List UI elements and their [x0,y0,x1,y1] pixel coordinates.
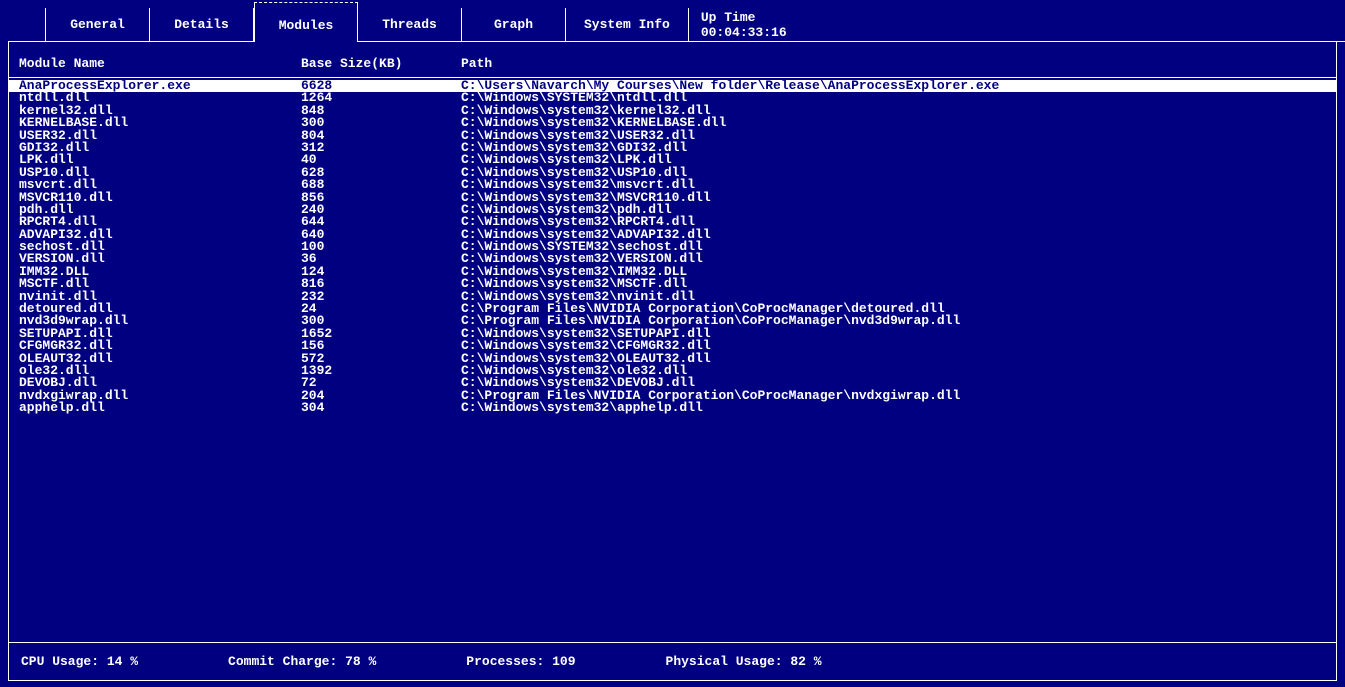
cell-base-size: 644 [301,216,461,228]
tab-filler [799,8,1337,42]
tab-label: Modules [279,18,334,33]
tab-general[interactable]: General [46,8,150,42]
cell-path: C:\Windows\system32\apphelp.dll [461,402,1326,414]
cell-base-size: 304 [301,402,461,414]
cell-base-size: 124 [301,266,461,278]
status-physical: Physical Usage: 82 % [666,654,822,669]
column-headers: Module Name Base Size(KB) Path [9,42,1336,78]
module-list: AnaProcessExplorer.exe6628C:\Users\Navar… [9,78,1336,415]
tab-label: General [70,17,125,32]
tab-label: Threads [382,17,437,32]
table-row[interactable]: apphelp.dll304C:\Windows\system32\apphel… [9,402,1336,414]
cell-base-size: 232 [301,291,461,303]
status-commit-value: 78 % [345,654,376,669]
cell-base-size: 804 [301,130,461,142]
module-panel: Module Name Base Size(KB) Path AnaProces… [8,42,1337,681]
table-row[interactable]: MSVCR110.dll856C:\Windows\system32\MSVCR… [9,192,1336,204]
app-root: General Details Modules Threads Graph System … [0,0,1345,687]
cell-base-size: 312 [301,142,461,154]
status-cpu-value: 14 % [107,654,138,669]
status-processes: Processes: 109 [466,654,575,669]
tab-label: System Info [584,17,670,32]
cell-base-size: 24 [301,303,461,315]
cell-base-size: 856 [301,192,461,204]
status-cpu: CPU Usage: 14 % [21,654,138,669]
cell-base-size: 300 [301,117,461,129]
cell-base-size: 1264 [301,92,461,104]
header-base-size[interactable]: Base Size(KB) [301,56,461,71]
tab-spacer [8,8,46,42]
status-cpu-label: CPU Usage: [21,654,99,669]
status-procs-label: Processes: [466,654,544,669]
status-physical-label: Physical Usage: [666,654,783,669]
status-commit: Commit Charge: 78 % [228,654,376,669]
tab-details[interactable]: Details [150,8,254,42]
cell-base-size: 240 [301,204,461,216]
header-path[interactable]: Path [461,56,1326,71]
cell-base-size: 72 [301,377,461,389]
uptime-value: 00:04:33:16 [701,25,787,40]
tab-threads[interactable]: Threads [358,8,462,42]
cell-base-size: 628 [301,167,461,179]
tab-modules[interactable]: Modules [254,2,358,42]
cell-base-size: 848 [301,105,461,117]
tab-bar: General Details Modules Threads Graph System … [0,0,1345,42]
cell-base-size: 204 [301,390,461,402]
cell-module-name: apphelp.dll [19,402,301,414]
status-bar: CPU Usage: 14 % Commit Charge: 78 % Proc… [9,642,1336,680]
cell-base-size: 640 [301,229,461,241]
cell-base-size: 1652 [301,328,461,340]
cell-base-size: 40 [301,154,461,166]
tab-system-info[interactable]: System Info [566,8,689,42]
status-commit-label: Commit Charge: [228,654,337,669]
header-module-name[interactable]: Module Name [19,56,301,71]
status-physical-value: 82 % [790,654,821,669]
tab-label: Graph [494,17,533,32]
status-procs-value: 109 [552,654,575,669]
uptime-label: Up Time [701,10,787,25]
cell-base-size: 688 [301,179,461,191]
tab-right-edge [1337,8,1345,42]
cell-base-size: 156 [301,340,461,352]
tab-graph[interactable]: Graph [462,8,566,42]
cell-base-size: 1392 [301,365,461,377]
cell-base-size: 816 [301,278,461,290]
cell-base-size: 100 [301,241,461,253]
cell-base-size: 36 [301,253,461,265]
table-row[interactable]: GDI32.dll312C:\Windows\system32\GDI32.dl… [9,142,1336,154]
uptime-display: Up Time 00:04:33:16 [689,8,799,42]
tab-label: Details [174,17,229,32]
